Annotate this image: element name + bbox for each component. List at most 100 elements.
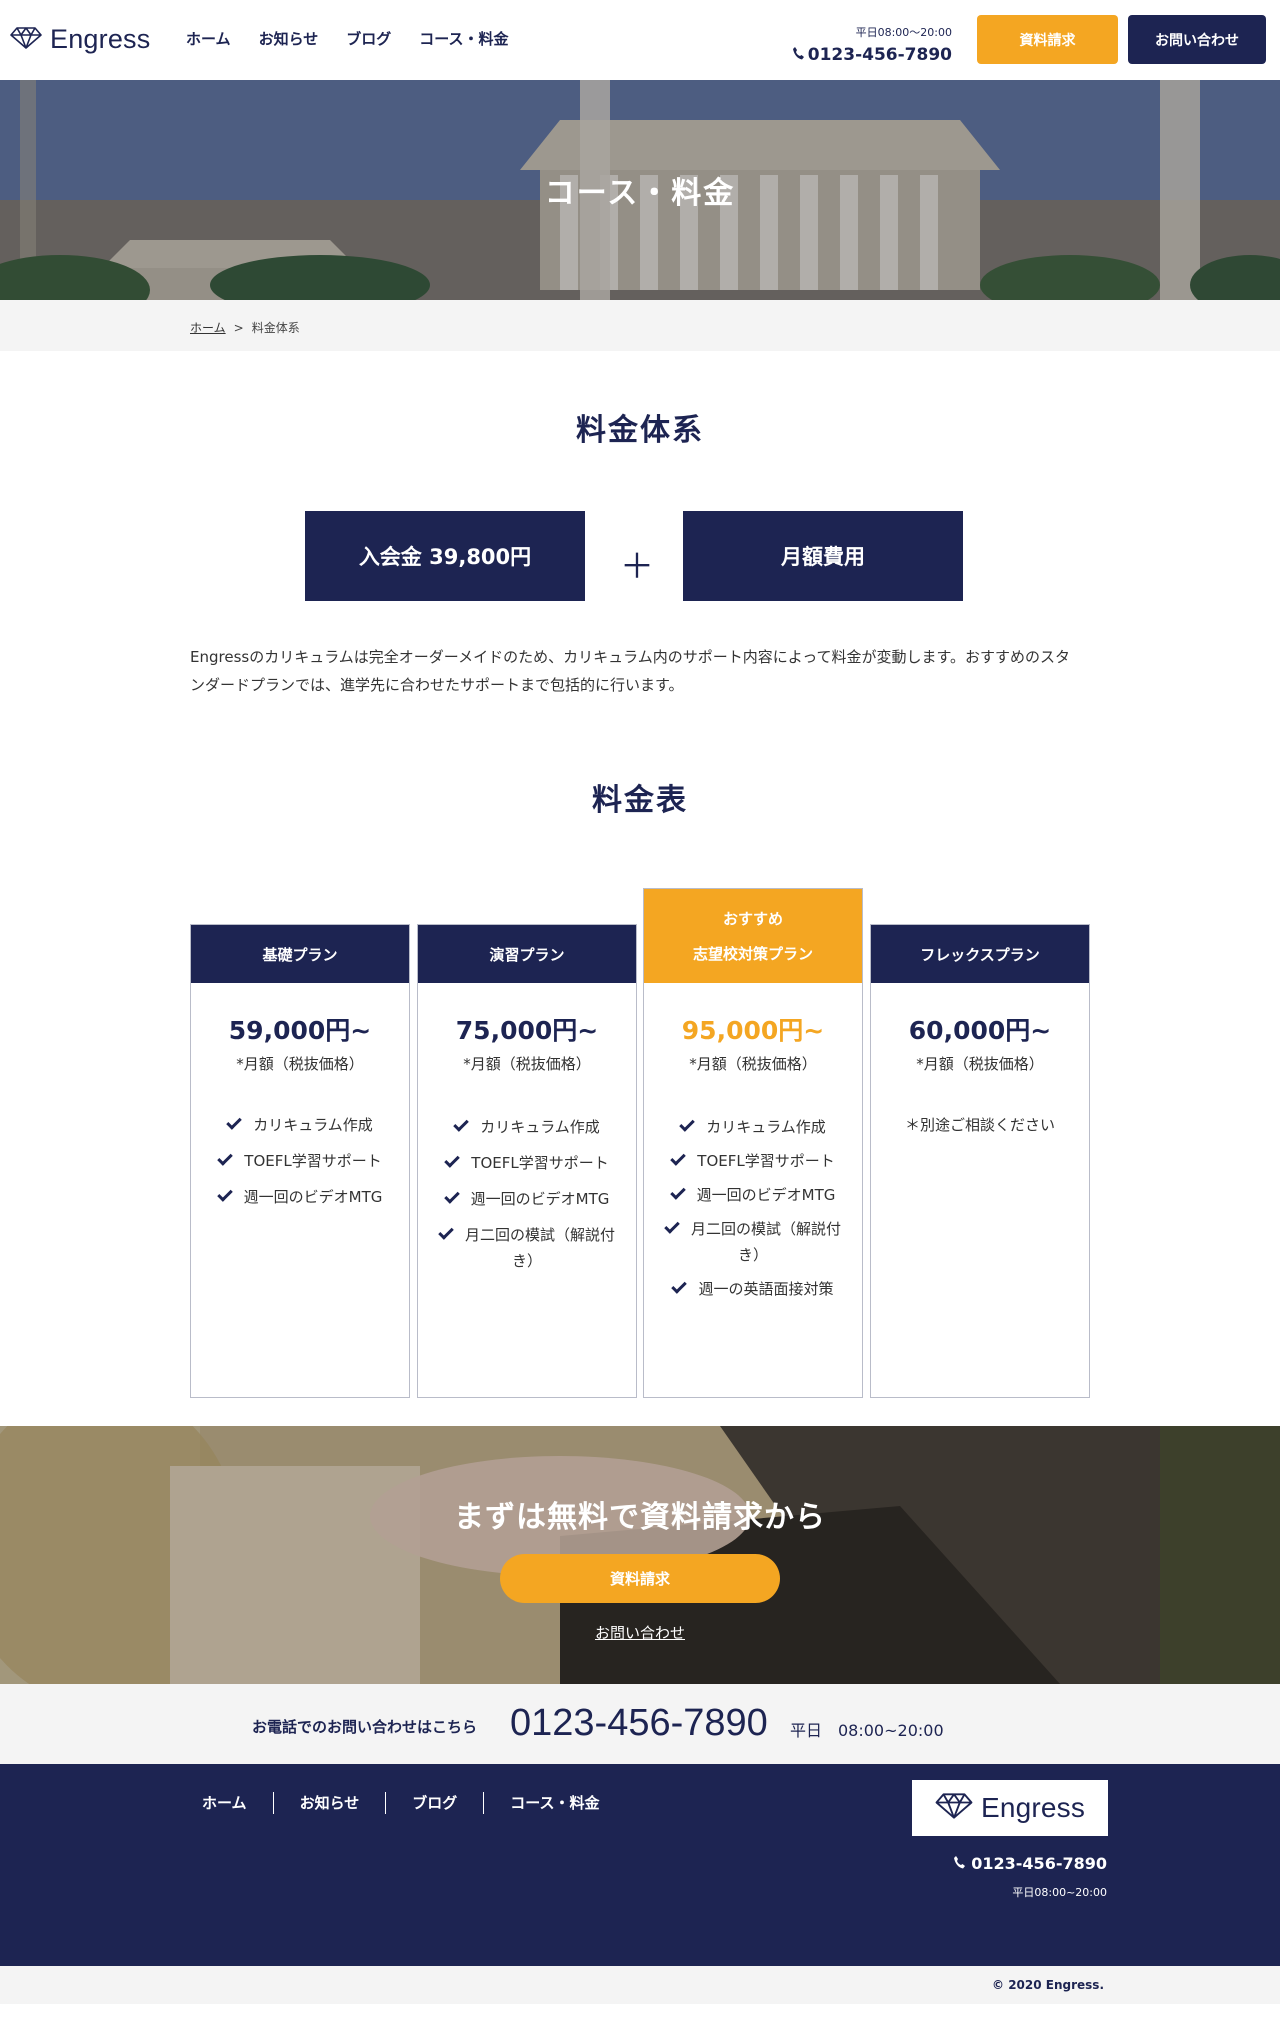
plan-list: 基礎プラン 59,000円~ *月額（税抜価格） カリキュラム作成 TOEFL学… — [0, 888, 1280, 1448]
feature-item: カリキュラム作成 — [209, 1112, 391, 1138]
cta-request-button[interactable]: 資料請求 — [500, 1554, 780, 1603]
footer-nav-course[interactable]: コース・料金 — [483, 1792, 625, 1814]
plan-price-note: *月額（税抜価格） — [689, 1055, 817, 1073]
request-docs-button[interactable]: 資料請求 — [977, 15, 1118, 64]
check-icon — [443, 1188, 460, 1204]
plan-price-note: *月額（税抜価格） — [463, 1055, 591, 1073]
check-icon — [669, 1184, 686, 1200]
footer-nav-home[interactable]: ホーム — [176, 1792, 273, 1814]
feature-list: カリキュラム作成 TOEFL学習サポート 週一回のビデオMTG 月二回の模試（解… — [418, 1114, 636, 1274]
monthly-fee-box: 月額費用 — [683, 511, 963, 601]
footer-nav-news[interactable]: お知らせ — [272, 1792, 386, 1814]
cta-banner: まずは無料で資料請求から 資料請求 お問い合わせ — [0, 1426, 1280, 1684]
plan-price: 75,000円~ — [455, 1016, 599, 1045]
cta-contact-link[interactable]: お問い合わせ — [0, 1622, 1280, 1643]
feature-item: 週一回のビデオMTG — [436, 1186, 618, 1212]
feature-item: TOEFL学習サポート — [209, 1148, 391, 1174]
plan-card-flex: フレックスプラン 60,000円~ *月額（税抜価格） ＊別途ご相談ください — [870, 924, 1090, 1398]
plan-card-basic: 基礎プラン 59,000円~ *月額（税抜価格） カリキュラム作成 TOEFL学… — [190, 924, 410, 1398]
breadcrumb-home[interactable]: ホーム — [190, 321, 226, 335]
check-icon — [679, 1116, 695, 1132]
plan-price-note: *月額（税抜価格） — [916, 1055, 1044, 1073]
plan-price: 59,000円~ — [228, 1016, 372, 1045]
diamond-icon — [935, 1792, 973, 1824]
footer-nav: ホーム お知らせ ブログ コース・料金 — [176, 1792, 626, 1814]
plan-name: 志望校対策プラン — [692, 945, 813, 963]
feature-list: カリキュラム作成 TOEFL学習サポート 週一回のビデオMTG — [191, 1112, 409, 1210]
nav-blog[interactable]: ブログ — [346, 28, 391, 49]
diamond-icon — [10, 26, 42, 54]
phone-band-number[interactable]: 0123-456-7890 — [510, 1702, 768, 1745]
check-icon — [438, 1224, 454, 1240]
plan-header: フレックスプラン — [871, 925, 1089, 983]
contact-button[interactable]: お問い合わせ — [1128, 15, 1266, 64]
plan-price: 60,000円~ — [908, 1016, 1052, 1045]
pricing-description: Engressのカリキュラムは完全オーダーメイドのため、カリキュラム内のサポート… — [190, 648, 1071, 694]
plan-name: 演習プラン — [489, 945, 565, 964]
plan-name: フレックスプラン — [920, 945, 1040, 964]
main-nav: ホーム お知らせ ブログ コース・料金 — [186, 28, 509, 49]
hero-banner: コース・料金 — [0, 80, 1280, 300]
feature-item: 週一回のビデオMTG — [662, 1182, 844, 1208]
plan-card-target-school: おすすめ 志望校対策プラン 95,000円~ *月額（税抜価格） カリキュラム作… — [643, 888, 863, 1398]
header-phone[interactable]: 0123-456-7890 — [792, 45, 952, 65]
check-icon — [216, 1186, 233, 1202]
plan-card-practice: 演習プラン 75,000円~ *月額（税抜価格） カリキュラム作成 TOEFL学… — [417, 924, 637, 1398]
pricing-system-title: 料金体系 — [576, 413, 704, 448]
feature-item: カリキュラム作成 — [436, 1114, 618, 1140]
check-icon — [453, 1116, 469, 1132]
feature-item: 週一回のビデオMTG — [209, 1184, 391, 1210]
feature-item: TOEFL学習サポート — [662, 1148, 844, 1174]
plus-sign: ＋ — [620, 547, 654, 587]
phone-contact-band: お電話でのお問い合わせはこちら 0123-456-7890 平日 08:00~2… — [0, 1684, 1280, 1764]
plan-price-note: *月額（税抜価格） — [236, 1055, 364, 1073]
check-icon — [444, 1152, 461, 1168]
price-table-title: 料金表 — [592, 783, 688, 818]
footer-logo-text: Engress — [980, 1792, 1086, 1823]
price-table-section: 料金表 基礎プラン 59,000円~ *月額（税抜価格） カリキュラム作成 TO… — [0, 775, 1280, 1448]
check-icon — [670, 1150, 687, 1166]
footer-logo[interactable]: Engress — [912, 1780, 1108, 1836]
check-icon — [664, 1218, 680, 1234]
footer-nav-blog[interactable]: ブログ — [385, 1792, 483, 1814]
plan-price: 95,000円~ — [681, 1016, 825, 1045]
check-icon — [671, 1278, 688, 1294]
plan-header: 演習プラン — [418, 925, 636, 983]
feature-item: 月二回の模試（解説付き） — [436, 1222, 618, 1274]
pricing-system-section: 料金体系 入会金 39,800円 ＋ 月額費用 Engressのカリキュラムは完… — [0, 351, 1280, 775]
footer-hours: 平日08:00~20:00 — [1012, 1886, 1107, 1899]
feature-item: カリキュラム作成 — [662, 1114, 844, 1140]
feature-item: 週一の英語面接対策 — [662, 1276, 844, 1302]
nav-news[interactable]: お知らせ — [259, 28, 319, 49]
header-hours: 平日08:00〜20:00 — [855, 26, 952, 39]
breadcrumb-current: 料金体系 — [251, 321, 300, 335]
footer-phone[interactable]: 0123-456-7890 — [953, 1854, 1107, 1873]
phone-band-hours: 平日 08:00~20:00 — [790, 1721, 944, 1740]
logo-text: Engress — [50, 24, 151, 54]
breadcrumb-separator: > — [233, 321, 244, 335]
feature-item: 月二回の模試（解説付き） — [662, 1216, 844, 1268]
feature-item: TOEFL学習サポート — [436, 1150, 618, 1176]
page-title: コース・料金 — [544, 176, 736, 211]
nav-course[interactable]: コース・料金 — [419, 28, 508, 49]
site-header: Engress ホーム お知らせ ブログ コース・料金 平日08:00〜20:0… — [0, 0, 1280, 80]
phone-icon — [953, 1854, 966, 1873]
plan-header: おすすめ 志望校対策プラン — [644, 889, 862, 983]
footer-phone-number: 0123-456-7890 — [971, 1854, 1107, 1873]
logo[interactable]: Engress — [10, 24, 150, 55]
recommended-badge: おすすめ — [722, 910, 783, 928]
check-icon — [217, 1150, 234, 1166]
breadcrumb: ホーム > 料金体系 — [0, 300, 1280, 351]
consult-note: ＊別途ご相談ください — [904, 1116, 1055, 1134]
plan-header: 基礎プラン — [191, 925, 409, 983]
header-phone-number: 0123-456-7890 — [807, 45, 952, 65]
site-footer: ホーム お知らせ ブログ コース・料金 Engress 0123-456-789… — [0, 1764, 1280, 1966]
header-contact: 平日08:00〜20:00 0123-456-7890 — [792, 24, 952, 65]
feature-list: カリキュラム作成 TOEFL学習サポート 週一回のビデオMTG 月二回の模試（解… — [644, 1114, 862, 1302]
copyright: © 2020 Engress. — [0, 1966, 1280, 2004]
check-icon — [226, 1114, 242, 1130]
nav-home[interactable]: ホーム — [186, 28, 231, 49]
fee-formula: 入会金 39,800円 ＋ 月額費用 — [0, 511, 1280, 601]
phone-icon — [792, 45, 804, 65]
entry-fee-box: 入会金 39,800円 — [305, 511, 585, 601]
